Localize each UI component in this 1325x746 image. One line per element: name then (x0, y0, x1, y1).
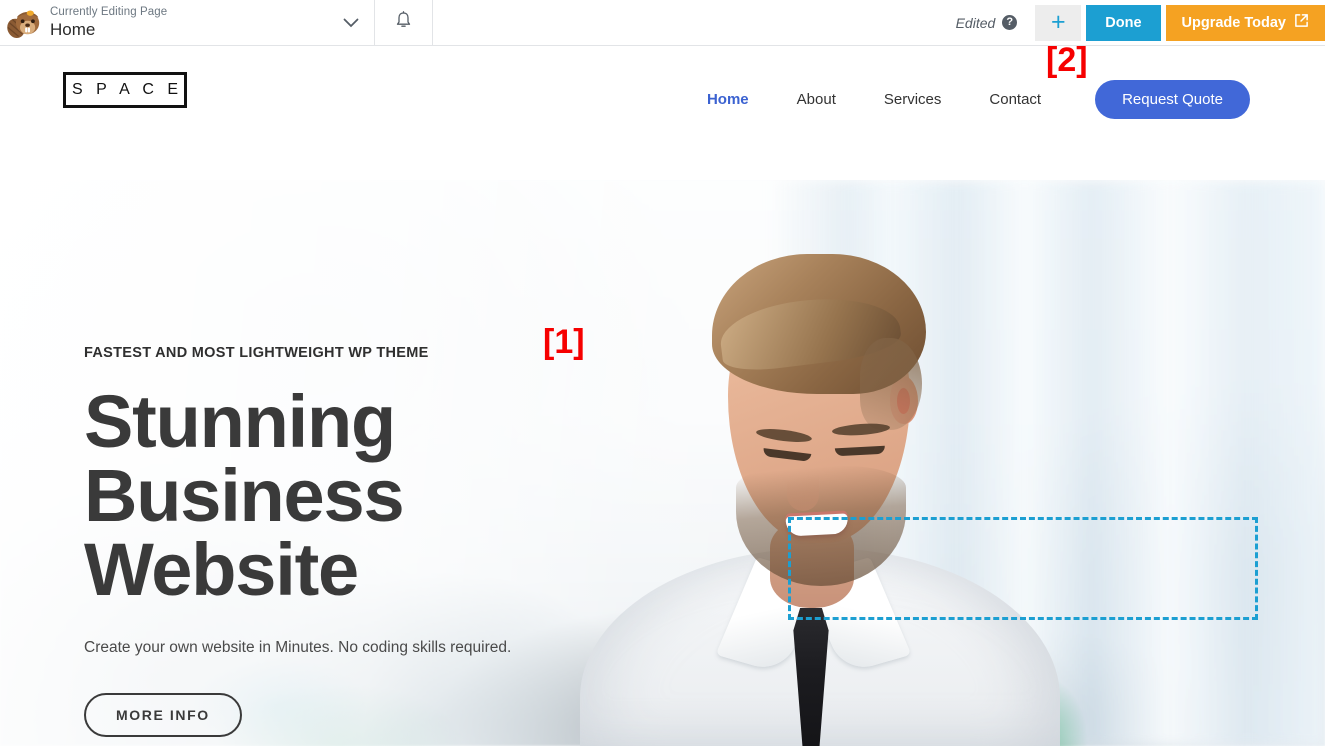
currently-editing-page-selector[interactable]: Currently Editing Page Home (0, 0, 375, 45)
hero-kicker: FASTEST AND MOST LIGHTWEIGHT WP THEME (84, 345, 429, 361)
upgrade-label: Upgrade Today (1181, 14, 1286, 31)
upgrade-today-button[interactable]: Upgrade Today (1165, 4, 1325, 41)
more-info-button[interactable]: MORE INFO (84, 693, 242, 737)
site-header: S P A C E Home About Services Contact Re… (0, 46, 1325, 180)
beaver-builder-editor: Currently Editing Page Home Edited ? + D… (0, 0, 1325, 746)
hero-heading-line-2: Website (84, 528, 359, 611)
hero-heading: Stunning Business Website (84, 385, 704, 607)
hero-section: FASTEST AND MOST LIGHTWEIGHT WP THEME St… (0, 180, 1325, 746)
nav-item-contact[interactable]: Contact (965, 91, 1065, 108)
editing-page-text: Currently Editing Page Home (50, 5, 338, 40)
nav-item-services[interactable]: Services (860, 91, 966, 108)
nav-item-home[interactable]: Home (683, 91, 773, 108)
add-content-button[interactable]: + (1035, 4, 1082, 41)
site-logo-text: S P A C E (72, 81, 183, 98)
annotation-marker-2: [2] (1046, 41, 1088, 79)
help-circle-icon[interactable]: ? (1002, 15, 1018, 30)
hero-heading-line-1: Stunning Business (84, 380, 405, 537)
person-hair-fade (860, 338, 922, 430)
admin-bar-spacer (433, 0, 956, 45)
done-button[interactable]: Done (1086, 4, 1161, 41)
site-navigation: Home About Services Contact Request Quot… (683, 80, 1250, 119)
beaver-builder-logo-icon (6, 6, 42, 40)
annotation-marker-1: [1] (543, 323, 585, 361)
notifications-button[interactable] (375, 0, 433, 45)
site-logo[interactable]: S P A C E (63, 72, 187, 108)
hero-content: FASTEST AND MOST LIGHTWEIGHT WP THEME St… (84, 345, 704, 737)
person-nose (787, 463, 819, 511)
admin-bar-actions: Edited ? + Done Upgrade Today (956, 0, 1325, 45)
chevron-down-icon[interactable] (338, 18, 364, 28)
bell-icon (395, 10, 412, 35)
request-quote-button[interactable]: Request Quote (1095, 80, 1250, 119)
edited-status: Edited ? (956, 15, 1018, 31)
external-link-icon (1294, 13, 1309, 32)
nav-item-about[interactable]: About (773, 91, 860, 108)
hero-subtitle: Create your own website in Minutes. No c… (84, 639, 512, 656)
builder-admin-bar: Currently Editing Page Home Edited ? + D… (0, 0, 1325, 46)
plus-icon: + (1050, 8, 1066, 36)
currently-editing-label: Currently Editing Page (50, 5, 168, 18)
edited-label: Edited (955, 14, 996, 31)
current-page-name: Home (50, 20, 96, 40)
